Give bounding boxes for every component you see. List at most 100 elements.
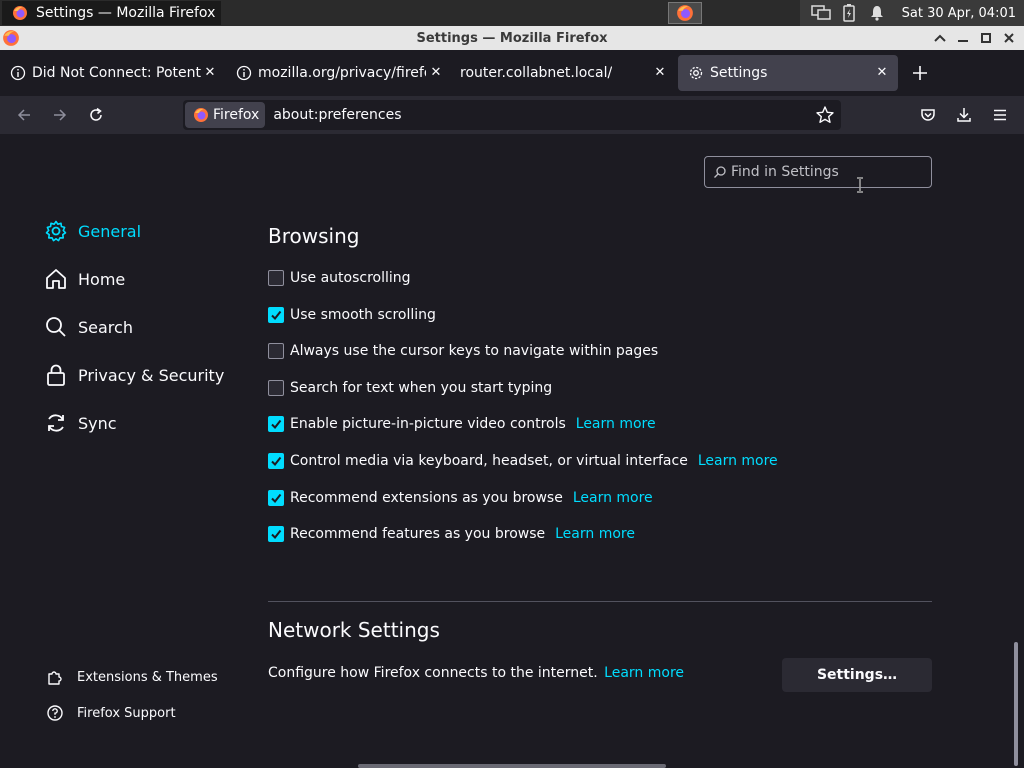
sidebar-item-sync[interactable]: Sync xyxy=(44,408,117,438)
pocket-icon xyxy=(921,109,935,121)
sidebar-item-search[interactable]: Search xyxy=(44,312,133,342)
window-titlebar: Settings — Mozilla Firefox xyxy=(0,26,1024,50)
network-description: Configure how Firefox connects to the in… xyxy=(268,665,684,681)
checkbox[interactable] xyxy=(268,380,284,396)
sidebar-item-general[interactable]: General xyxy=(44,216,141,246)
taskbar-window-title: Settings — Mozilla Firefox xyxy=(36,5,216,21)
learn-more-link[interactable]: Learn more xyxy=(573,490,653,506)
network-icon[interactable] xyxy=(810,4,832,22)
checkbox[interactable] xyxy=(268,490,284,506)
arrow-right-icon xyxy=(54,109,67,121)
back-button[interactable] xyxy=(12,103,36,127)
close-icon[interactable]: ✕ xyxy=(652,64,668,80)
checkbox[interactable] xyxy=(268,416,284,432)
sidebar-item-label: Sync xyxy=(78,413,117,433)
puzzle-icon xyxy=(48,671,62,685)
learn-more-link[interactable]: Learn more xyxy=(555,526,635,542)
url-text[interactable]: about:preferences xyxy=(273,107,401,123)
help-icon xyxy=(47,705,63,721)
tab-strip: Did Not Connect: Potentially ✕ mozilla.o… xyxy=(0,50,1024,96)
app-menu-button[interactable] xyxy=(988,103,1012,127)
browsing-heading: Browsing xyxy=(268,224,360,248)
battery-icon[interactable] xyxy=(838,4,860,22)
sidebar-item-home[interactable]: Home xyxy=(44,264,125,294)
gear-icon xyxy=(689,66,703,80)
option-recommend-features[interactable]: Recommend features as you browse Learn m… xyxy=(268,524,635,544)
checkmark-icon xyxy=(271,493,282,504)
arrow-left-icon xyxy=(17,109,30,121)
url-bar[interactable]: Firefox about:preferences xyxy=(183,100,841,130)
close-icon[interactable]: ✕ xyxy=(874,64,890,80)
system-tray: Sat 30 Apr, 04:01 xyxy=(799,0,1024,26)
new-tab-button[interactable] xyxy=(908,61,932,85)
option-cursor-keys[interactable]: Always use the cursor keys to navigate w… xyxy=(268,341,658,361)
find-in-settings-input[interactable]: Find in Settings xyxy=(704,156,932,188)
option-search-typing[interactable]: Search for text when you start typing xyxy=(268,378,552,398)
checkbox[interactable] xyxy=(268,343,284,359)
option-recommend-extensions[interactable]: Recommend extensions as you browse Learn… xyxy=(268,488,653,508)
option-label: Search for text when you start typing xyxy=(290,380,553,396)
option-label: Always use the cursor keys to navigate w… xyxy=(290,343,659,359)
notification-bell-icon[interactable] xyxy=(866,4,888,22)
checkbox[interactable] xyxy=(268,270,284,286)
option-label: Enable picture-in-picture video controls xyxy=(290,416,566,432)
tab-settings[interactable]: Settings ✕ xyxy=(678,55,898,91)
downloads-button[interactable] xyxy=(952,103,976,127)
checkbox[interactable] xyxy=(268,453,284,469)
sidebar-item-privacy[interactable]: Privacy & Security xyxy=(44,360,224,390)
sync-icon xyxy=(48,414,64,432)
option-picture-in-picture[interactable]: Enable picture-in-picture video controls… xyxy=(268,414,656,434)
forward-button[interactable] xyxy=(48,103,72,127)
close-icon[interactable]: ✕ xyxy=(202,64,218,80)
identity-box[interactable]: Firefox xyxy=(185,102,266,128)
firefox-logo-icon xyxy=(13,6,27,20)
taskbar-clock: Sat 30 Apr, 04:01 xyxy=(901,5,1016,21)
checkbox[interactable] xyxy=(268,526,284,542)
vertical-scrollbar[interactable] xyxy=(1014,642,1018,766)
taskbar-firefox-launcher[interactable] xyxy=(668,2,702,24)
horizontal-scrollbar[interactable] xyxy=(358,764,666,768)
option-label: Recommend extensions as you browse xyxy=(290,490,563,506)
learn-more-link[interactable]: Learn more xyxy=(576,416,656,432)
minimize-icon[interactable] xyxy=(951,28,974,48)
sidebar-item-label: Extensions & Themes xyxy=(77,669,218,685)
checkbox[interactable] xyxy=(268,307,284,323)
window-controls xyxy=(928,28,1020,48)
lock-icon xyxy=(47,364,65,386)
learn-more-link[interactable]: Learn more xyxy=(698,453,778,469)
reload-icon xyxy=(90,107,102,121)
tab-mozilla-privacy[interactable]: mozilla.org/privacy/firefox ✕ xyxy=(226,55,452,91)
sidebar-extensions-themes[interactable]: Extensions & Themes xyxy=(46,665,218,689)
tab-label: router.collabnet.local/ xyxy=(460,65,613,81)
pocket-button[interactable] xyxy=(916,103,940,127)
option-media-control[interactable]: Control media via keyboard, headset, or … xyxy=(268,451,778,471)
section-divider xyxy=(268,601,932,602)
tab-did-not-connect[interactable]: Did Not Connect: Potentially ✕ xyxy=(0,55,226,91)
option-smooth-scrolling[interactable]: Use smooth scrolling xyxy=(268,305,436,325)
sidebar-item-label: Home xyxy=(78,269,126,289)
option-label: Control media via keyboard, headset, or … xyxy=(290,453,688,469)
maximize-icon[interactable] xyxy=(974,28,997,48)
network-settings-button[interactable]: Settings… xyxy=(782,658,932,692)
window-title: Settings — Mozilla Firefox xyxy=(416,30,608,46)
taskbar-firefox-window[interactable]: Settings — Mozilla Firefox xyxy=(2,1,222,25)
chevron-up-icon[interactable] xyxy=(928,28,951,48)
hamburger-menu-icon xyxy=(994,109,1006,121)
star-icon[interactable] xyxy=(815,105,835,125)
info-icon xyxy=(10,65,26,81)
reload-button[interactable] xyxy=(84,103,108,127)
tab-router[interactable]: router.collabnet.local/ ✕ xyxy=(450,55,676,91)
learn-more-link[interactable]: Learn more xyxy=(604,665,684,681)
sidebar-item-label: Firefox Support xyxy=(77,705,176,721)
option-label: Use smooth scrolling xyxy=(290,307,436,323)
sidebar-item-label: General xyxy=(78,221,142,241)
firefox-logo-icon xyxy=(194,108,208,122)
sidebar-item-label: Privacy & Security xyxy=(78,365,225,385)
close-icon[interactable] xyxy=(997,28,1020,48)
network-description-text: Configure how Firefox connects to the in… xyxy=(268,665,598,681)
tab-label: mozilla.org/privacy/firefox xyxy=(258,65,426,81)
search-placeholder: Find in Settings xyxy=(731,164,839,180)
close-icon[interactable]: ✕ xyxy=(428,64,444,80)
option-autoscrolling[interactable]: Use autoscrolling xyxy=(268,268,411,288)
sidebar-firefox-support[interactable]: Firefox Support xyxy=(46,701,176,725)
